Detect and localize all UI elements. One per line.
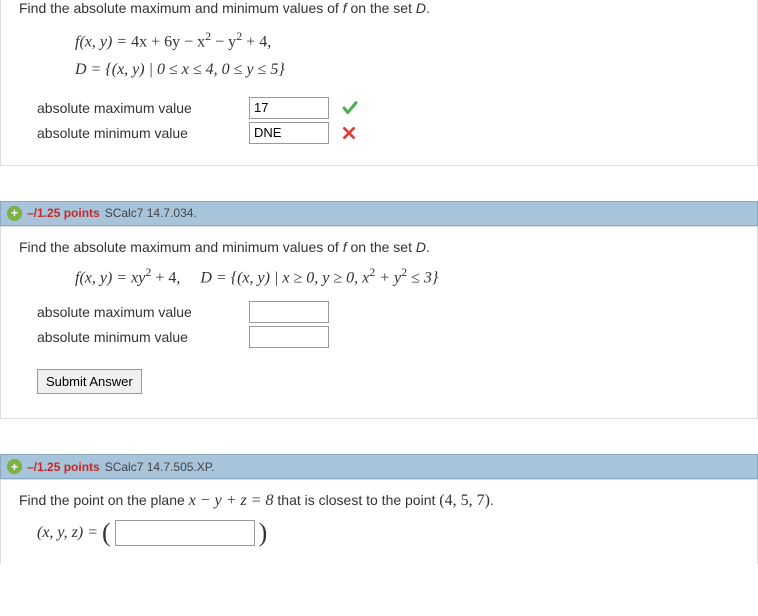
q1-formula: f(x, y) = 4x + 6y − x2 − y2 + 4, D = {(x… — [75, 26, 739, 83]
q2-func-lhs: f(x, y) = xy — [75, 269, 145, 286]
q2-max-input[interactable] — [249, 301, 329, 323]
q1-prompt-before: Find the absolute maximum and minimum va… — [19, 0, 343, 16]
q2-prompt-D: D — [416, 239, 426, 255]
q3-plane: x − y + z = 8 — [189, 492, 274, 509]
q1-max-row: absolute maximum value — [37, 97, 739, 119]
q2-dom-3: ≤ 3} — [407, 269, 438, 286]
q2-prompt-after: . — [426, 239, 430, 255]
q2-dom-2: + y — [375, 269, 401, 286]
q1-prompt-after: . — [426, 0, 430, 16]
q3-prompt-mid: that is closest to the point — [274, 492, 440, 508]
q1-func-1: 4x + 6y − x — [131, 33, 205, 50]
submit-button[interactable]: Submit Answer — [37, 369, 142, 394]
q3-header: + –/1.25 points SCalc7 14.7.505.XP. — [0, 454, 758, 479]
q1-prompt-D: D — [416, 0, 426, 16]
q1-prompt: Find the absolute maximum and minimum va… — [19, 0, 739, 16]
q1-max-input[interactable] — [249, 97, 329, 119]
q2-min-label: absolute minimum value — [37, 329, 237, 345]
q1-func-lhs: f(x, y) = — [75, 33, 131, 50]
question-2: Find the absolute maximum and minimum va… — [0, 226, 758, 419]
q3-ref: SCalc7 14.7.505.XP. — [105, 460, 215, 474]
q3-answer-input[interactable] — [115, 520, 255, 546]
q2-header: + –/1.25 points SCalc7 14.7.034. — [0, 201, 758, 226]
q1-prompt-mid: on the set — [347, 0, 416, 16]
q2-prompt-mid: on the set — [347, 239, 416, 255]
q1-min-input[interactable] — [249, 122, 329, 144]
question-1: Find the absolute maximum and minimum va… — [0, 0, 758, 166]
q2-prompt: Find the absolute maximum and minimum va… — [19, 239, 739, 255]
q2-max-row: absolute maximum value — [37, 301, 739, 323]
close-paren: ) — [259, 520, 268, 546]
q1-func-2: − y — [211, 33, 236, 50]
q2-func-after: + 4, — [151, 269, 180, 286]
x-icon — [341, 125, 357, 141]
q2-prompt-before: Find the absolute maximum and minimum va… — [19, 239, 343, 255]
question-3: Find the point on the plane x − y + z = … — [0, 479, 758, 564]
check-icon — [341, 99, 359, 117]
expand-icon[interactable]: + — [7, 459, 22, 474]
expand-icon[interactable]: + — [7, 206, 22, 221]
q3-prompt: Find the point on the plane x − y + z = … — [19, 492, 739, 510]
open-paren: ( — [102, 520, 111, 546]
q2-formula: f(x, y) = xy2 + 4, D = {(x, y) | x ≥ 0, … — [75, 265, 739, 287]
q1-max-label: absolute maximum value — [37, 100, 237, 116]
q3-prompt-before: Find the point on the plane — [19, 492, 189, 508]
q3-point: (4, 5, 7) — [439, 492, 490, 509]
q1-domain: D = {(x, y) | 0 ≤ x ≤ 4, 0 ≤ y ≤ 5} — [75, 56, 739, 83]
q2-min-row: absolute minimum value — [37, 326, 739, 348]
q1-min-row: absolute minimum value — [37, 122, 739, 144]
q3-points: –/1.25 points — [27, 460, 100, 474]
q2-dom-1: D = {(x, y) | x ≥ 0, y ≥ 0, x — [200, 269, 369, 286]
q1-func-3: + 4, — [242, 33, 271, 50]
q3-answer-row: (x, y, z) = ( ) — [37, 520, 739, 546]
q2-min-input[interactable] — [249, 326, 329, 348]
q3-prompt-after: . — [490, 492, 494, 508]
q2-max-label: absolute maximum value — [37, 304, 237, 320]
q2-ref: SCalc7 14.7.034. — [105, 206, 197, 220]
q1-function: f(x, y) = 4x + 6y − x2 − y2 + 4, — [75, 26, 739, 56]
q3-answer-lhs: (x, y, z) = — [37, 524, 98, 542]
q2-points: –/1.25 points — [27, 206, 100, 220]
q1-min-label: absolute minimum value — [37, 125, 237, 141]
